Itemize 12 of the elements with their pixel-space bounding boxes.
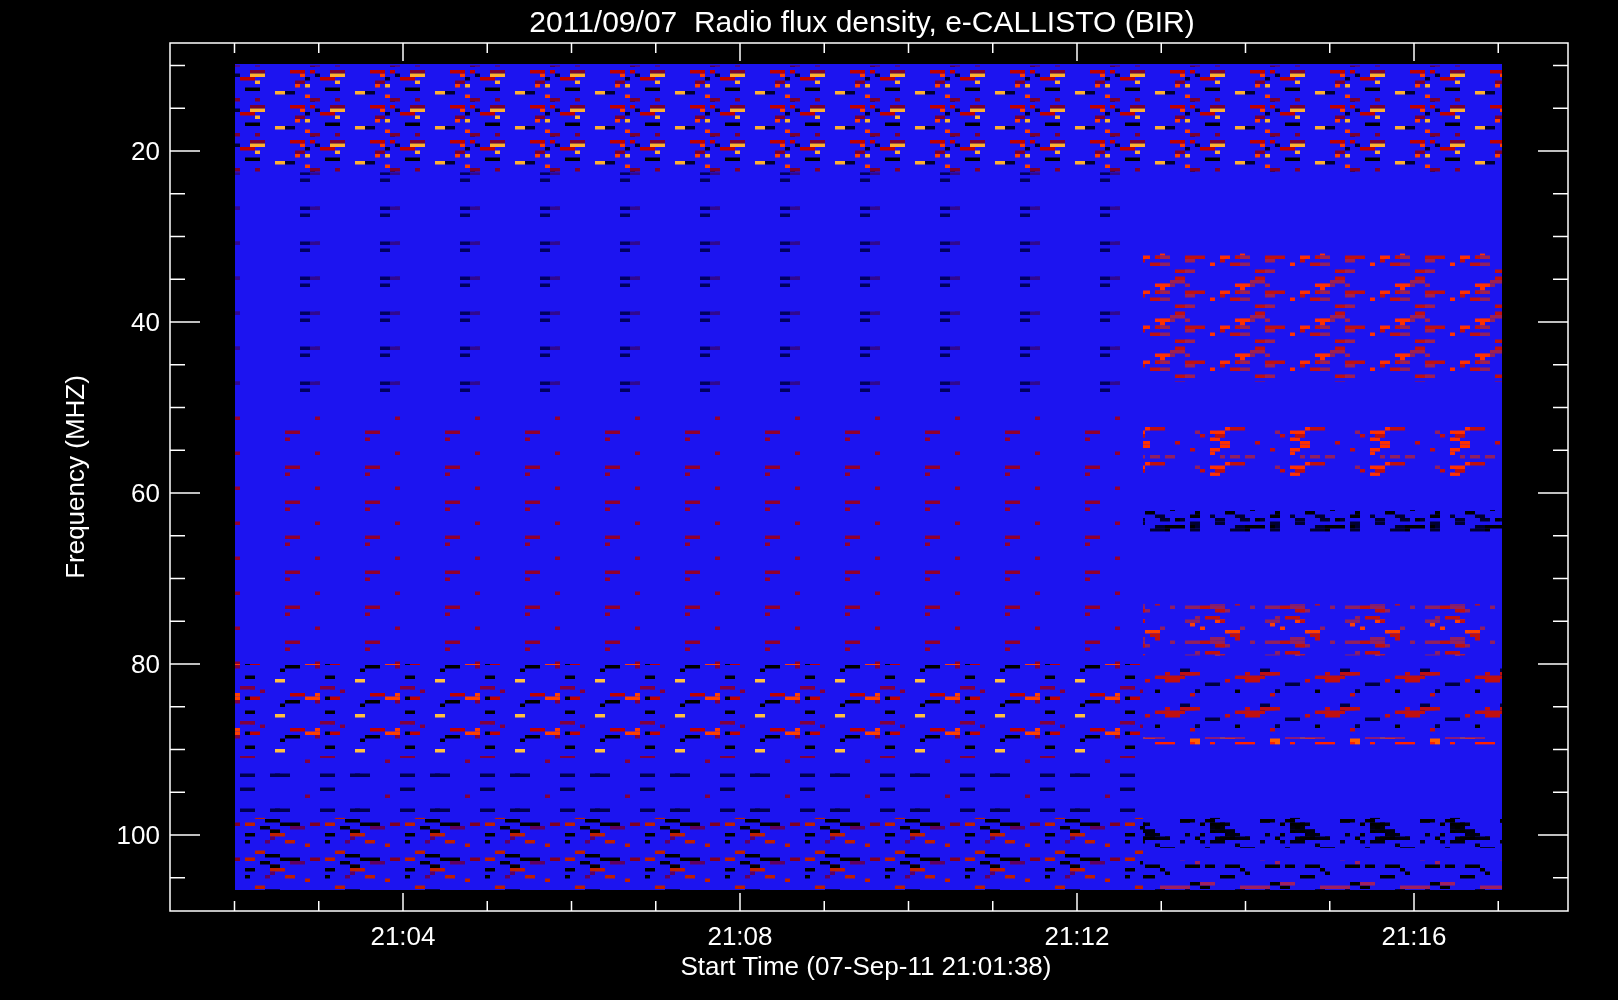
x-tick-label: 21:12	[1044, 921, 1110, 951]
y-tick-label: 80	[131, 649, 160, 679]
y-axis-label: Frequency (MHZ)	[60, 375, 90, 579]
y-tick-label: 40	[131, 307, 160, 337]
plot-title: 2011/09/07 Radio flux density, e-CALLISTO (BIR)	[529, 5, 1195, 38]
x-tick-label: 21:08	[707, 921, 773, 951]
x-axis-label: Start Time (07-Sep-11 21:01:38)	[680, 951, 1052, 981]
y-tick-label: 100	[116, 820, 160, 850]
y-tick-label: 20	[131, 136, 160, 166]
x-tick-label: 21:16	[1381, 921, 1447, 951]
x-tick-label: 21:04	[370, 921, 436, 951]
y-tick-label: 60	[131, 478, 160, 508]
